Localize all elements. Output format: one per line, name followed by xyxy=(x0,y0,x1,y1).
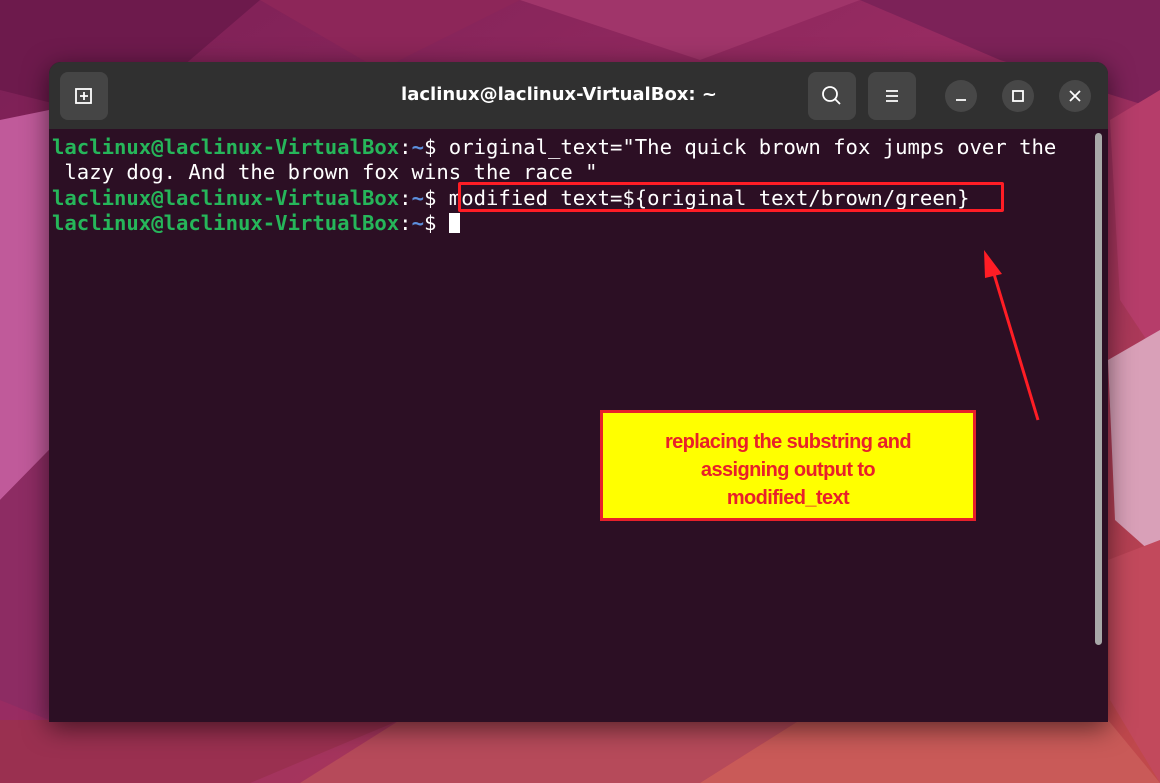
minimize-icon xyxy=(956,99,966,101)
prompt-user-host: laclinux@laclinux-VirtualBox xyxy=(52,135,400,159)
prompt-colon: : xyxy=(399,186,412,210)
scrollbar[interactable] xyxy=(1095,133,1102,645)
annotation-line: replacing the substring and xyxy=(664,431,912,453)
command-continuation: lazy dog. And the brown fox wins the rac… xyxy=(52,160,598,184)
prompt-dollar: $ xyxy=(423,211,437,235)
close-icon xyxy=(1069,90,1081,102)
prompt-colon: : xyxy=(399,135,412,159)
search-button[interactable] xyxy=(808,72,856,120)
menu-button[interactable] xyxy=(868,72,916,120)
prompt-colon: : xyxy=(399,211,412,235)
annotation-arrow xyxy=(984,250,1040,421)
maximize-button[interactable] xyxy=(1002,80,1034,112)
annotation-text: replacing the substring and assigning ou… xyxy=(603,428,973,512)
annotation-line: assigning output to xyxy=(700,459,876,481)
close-button[interactable] xyxy=(1059,80,1091,112)
annotation-callout: replacing the substring and assigning ou… xyxy=(600,410,976,521)
terminal-window: laclinux@laclinux-VirtualBox: ~ laclinux… xyxy=(49,62,1108,722)
command-text: original_text="The quick brown fox jumps… xyxy=(436,135,1057,159)
annotation-line: modified_text xyxy=(726,487,850,509)
maximize-icon xyxy=(1012,90,1024,102)
new-tab-icon xyxy=(75,88,92,104)
highlight-annotation-box xyxy=(458,182,1004,212)
prompt-user-host: laclinux@laclinux-VirtualBox xyxy=(52,186,400,210)
command-text xyxy=(436,211,448,235)
prompt-path: ~ xyxy=(411,211,424,235)
titlebar: laclinux@laclinux-VirtualBox: ~ xyxy=(49,62,1108,129)
search-icon xyxy=(822,86,841,105)
text-cursor xyxy=(448,213,460,233)
minimize-button[interactable] xyxy=(945,80,977,112)
new-tab-button[interactable] xyxy=(60,72,108,120)
prompt-dollar: $ xyxy=(423,186,437,210)
terminal-line: laclinux@laclinux-VirtualBox:~$ original… xyxy=(52,135,1056,160)
prompt-path: ~ xyxy=(411,135,424,159)
prompt-path: ~ xyxy=(411,186,424,210)
terminal-line: laclinux@laclinux-VirtualBox:~$ xyxy=(52,211,460,236)
hamburger-menu-icon xyxy=(886,90,898,102)
window-title: laclinux@laclinux-VirtualBox: ~ xyxy=(401,84,717,105)
prompt-user-host: laclinux@laclinux-VirtualBox xyxy=(52,211,400,235)
prompt-dollar: $ xyxy=(423,135,437,159)
